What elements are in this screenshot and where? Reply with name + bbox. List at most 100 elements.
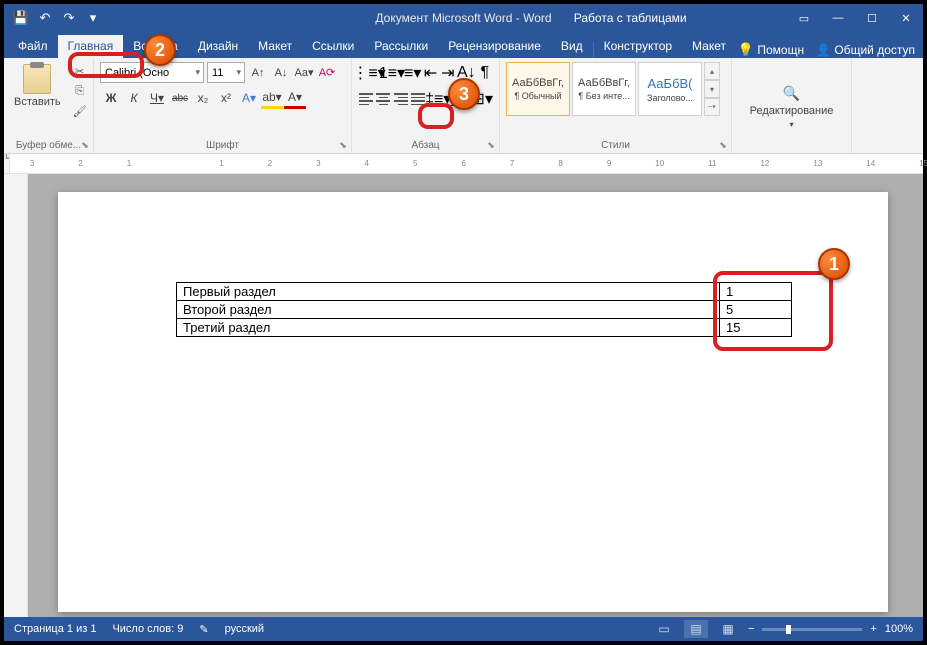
- ribbon-options-icon[interactable]: ▭: [787, 4, 821, 32]
- tab-table-layout[interactable]: Макет: [682, 35, 736, 58]
- callout-1: 1: [818, 248, 850, 280]
- change-case-icon[interactable]: Aa▾: [294, 63, 314, 83]
- view-print-icon[interactable]: ▤: [684, 620, 708, 638]
- subscript-button[interactable]: x₂: [192, 87, 214, 109]
- cell-r2c1[interactable]: Второй раздел: [177, 301, 720, 319]
- group-font: Calibri (Осно 11 A↑ A↓ Aa▾ A⟳ Ж К Ч▾ abc…: [94, 58, 352, 153]
- paragraph-launcher-icon[interactable]: ⬊: [485, 139, 497, 151]
- ruler-vertical[interactable]: [4, 174, 28, 617]
- status-words[interactable]: Число слов: 9: [112, 623, 183, 635]
- cell-r1c1[interactable]: Первый раздел: [177, 283, 720, 301]
- document-table[interactable]: Первый раздел 1 Второй раздел 5 Третий р…: [176, 282, 792, 337]
- styles-up-icon[interactable]: ▴: [704, 62, 720, 80]
- align-justify-button[interactable]: [410, 88, 426, 110]
- tab-layout[interactable]: Макет: [248, 35, 302, 58]
- strike-button[interactable]: abc: [169, 87, 191, 109]
- bold-button[interactable]: Ж: [100, 87, 122, 109]
- styles-down-icon[interactable]: ▾: [704, 80, 720, 98]
- numbering-icon[interactable]: 1≡▾: [381, 62, 403, 84]
- save-icon[interactable]: 💾: [10, 7, 32, 29]
- font-label: Шрифт: [100, 138, 345, 151]
- tab-mailings[interactable]: Рассылки: [364, 35, 438, 58]
- styles-launcher-icon[interactable]: ⬊: [717, 139, 729, 151]
- cell-r1c2[interactable]: 1: [720, 283, 792, 301]
- editing-label: Редактирование: [750, 105, 834, 117]
- text-effects-icon[interactable]: A▾: [238, 87, 260, 109]
- highlight-icon[interactable]: ab▾: [261, 87, 283, 109]
- view-web-icon[interactable]: ▦: [716, 620, 740, 638]
- ruler-horizontal[interactable]: ┗ 3211234567891011121314151617: [4, 154, 923, 174]
- status-page[interactable]: Страница 1 из 1: [14, 623, 96, 635]
- show-marks-icon[interactable]: ¶: [477, 62, 493, 84]
- format-painter-icon[interactable]: 🖌: [71, 102, 89, 120]
- status-bar: Страница 1 из 1 Число слов: 9 ✎ русский …: [4, 617, 923, 641]
- status-language[interactable]: русский: [225, 623, 264, 635]
- shrink-font-icon[interactable]: A↓: [271, 63, 291, 83]
- workspace: Первый раздел 1 Второй раздел 5 Третий р…: [4, 174, 923, 617]
- cell-r3c2[interactable]: 15: [720, 319, 792, 337]
- decrease-indent-icon[interactable]: ⇤: [422, 62, 438, 84]
- close-icon[interactable]: ✕: [889, 4, 923, 32]
- superscript-button[interactable]: x²: [215, 87, 237, 109]
- redo-icon[interactable]: ↷: [58, 7, 80, 29]
- group-editing[interactable]: 🔍 Редактирование ▾: [732, 58, 852, 153]
- zoom-in-icon[interactable]: +: [870, 623, 876, 635]
- font-color-icon[interactable]: A▾: [284, 87, 306, 109]
- copy-icon[interactable]: ⎘: [71, 82, 89, 100]
- style-heading1[interactable]: АаБбВ( Заголово...: [638, 62, 702, 116]
- grow-font-icon[interactable]: A↑: [248, 63, 268, 83]
- bullets-icon[interactable]: ⋮≡▾: [358, 62, 380, 84]
- tab-table-design[interactable]: Конструктор: [594, 35, 682, 58]
- group-paragraph: ⋮≡▾ 1≡▾ ≡▾ ⇤ ⇥ A↓ ¶ ‡≡▾ ◢▾ ⊞▾: [352, 58, 500, 153]
- clear-format-icon[interactable]: A⟳: [317, 63, 337, 83]
- align-center-button[interactable]: [375, 88, 391, 110]
- cut-icon[interactable]: ✂: [71, 62, 89, 80]
- tab-home[interactable]: Главная: [58, 35, 124, 58]
- cell-r3c1[interactable]: Третий раздел: [177, 319, 720, 337]
- paste-button[interactable]: Вставить: [10, 62, 65, 138]
- zoom-out-icon[interactable]: −: [748, 623, 754, 635]
- font-size-combo[interactable]: 11: [207, 62, 245, 83]
- view-read-icon[interactable]: ▭: [652, 620, 676, 638]
- tab-references[interactable]: Ссылки: [302, 35, 364, 58]
- font-launcher-icon[interactable]: ⬊: [337, 139, 349, 151]
- style-normal[interactable]: АаБбВвГг, ¶ Обычный: [506, 62, 570, 116]
- styles-more-icon[interactable]: ⎯▾: [704, 98, 720, 116]
- maximize-icon[interactable]: ☐: [855, 4, 889, 32]
- tell-me[interactable]: 💡 Помощн: [738, 42, 804, 58]
- group-clipboard: Вставить ✂ ⎘ 🖌 Буфер обме... ⬊: [4, 58, 94, 153]
- table-tools-title: Работа с таблицами: [574, 11, 687, 25]
- undo-icon[interactable]: ↶: [34, 7, 56, 29]
- tab-file[interactable]: Файл: [8, 35, 58, 58]
- paste-icon: [23, 64, 51, 94]
- document-page[interactable]: Первый раздел 1 Второй раздел 5 Третий р…: [58, 192, 888, 612]
- font-name-combo[interactable]: Calibri (Осно: [100, 62, 204, 83]
- tab-design[interactable]: Дизайн: [188, 35, 248, 58]
- zoom-slider[interactable]: [762, 628, 862, 631]
- align-left-button[interactable]: [358, 88, 374, 110]
- align-right-button[interactable]: [393, 88, 409, 110]
- italic-button[interactable]: К: [123, 87, 145, 109]
- clipboard-label: Буфер обме...: [10, 138, 87, 151]
- table-row: Первый раздел 1: [177, 283, 792, 301]
- table-row: Второй раздел 5: [177, 301, 792, 319]
- status-proofing-icon[interactable]: ✎: [199, 623, 208, 636]
- minimize-icon[interactable]: —: [821, 4, 855, 32]
- underline-button[interactable]: Ч▾: [146, 87, 168, 109]
- multilevel-icon[interactable]: ≡▾: [404, 62, 421, 84]
- group-styles: АаБбВвГг, ¶ Обычный АаБбВвГг, ¶ Без инте…: [500, 58, 732, 153]
- share-button[interactable]: 👤 Общий доступ: [816, 43, 915, 57]
- callout-3: 3: [448, 78, 480, 110]
- line-spacing-icon[interactable]: ‡≡▾: [427, 88, 449, 110]
- callout-2: 2: [144, 34, 176, 66]
- clipboard-launcher-icon[interactable]: ⬊: [79, 139, 91, 151]
- cell-r2c2[interactable]: 5: [720, 301, 792, 319]
- zoom-value[interactable]: 100%: [885, 623, 913, 635]
- tab-view[interactable]: Вид: [551, 35, 593, 58]
- style-no-spacing[interactable]: АаБбВвГг, ¶ Без инте...: [572, 62, 636, 116]
- ribbon-tabs: Файл Главная Вставка Дизайн Макет Ссылки…: [4, 32, 923, 58]
- title-bar: 💾 ↶ ↷ ▾ Документ Microsoft Word - Word Р…: [4, 4, 923, 32]
- styles-label: Стили: [506, 138, 725, 151]
- tab-review[interactable]: Рецензирование: [438, 35, 551, 58]
- qat-customize-icon[interactable]: ▾: [82, 7, 104, 29]
